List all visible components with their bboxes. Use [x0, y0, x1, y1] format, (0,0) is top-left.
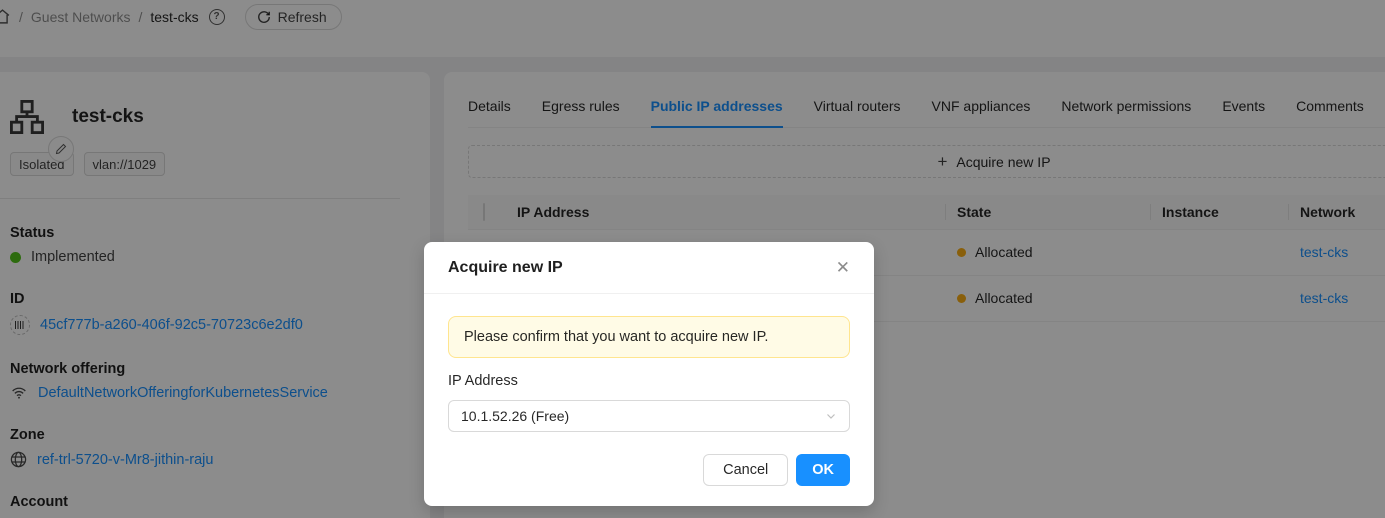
chevron-down-icon [825, 410, 837, 422]
ip-address-field-label: IP Address [448, 373, 850, 389]
modal-title: Acquire new IP [448, 259, 563, 277]
cancel-button[interactable]: Cancel [703, 454, 788, 486]
ip-address-select-value: 10.1.52.26 (Free) [461, 408, 569, 424]
modal-footer: Cancel OK [448, 454, 850, 486]
ok-button[interactable]: OK [796, 454, 850, 486]
confirm-alert: Please confirm that you want to acquire … [448, 316, 850, 358]
ip-address-select[interactable]: 10.1.52.26 (Free) [448, 400, 850, 432]
modal-header: Acquire new IP ✕ [424, 242, 874, 294]
acquire-new-ip-modal: Acquire new IP ✕ Please confirm that you… [424, 242, 874, 506]
close-icon[interactable]: ✕ [836, 259, 850, 276]
modal-body: Please confirm that you want to acquire … [424, 294, 874, 506]
